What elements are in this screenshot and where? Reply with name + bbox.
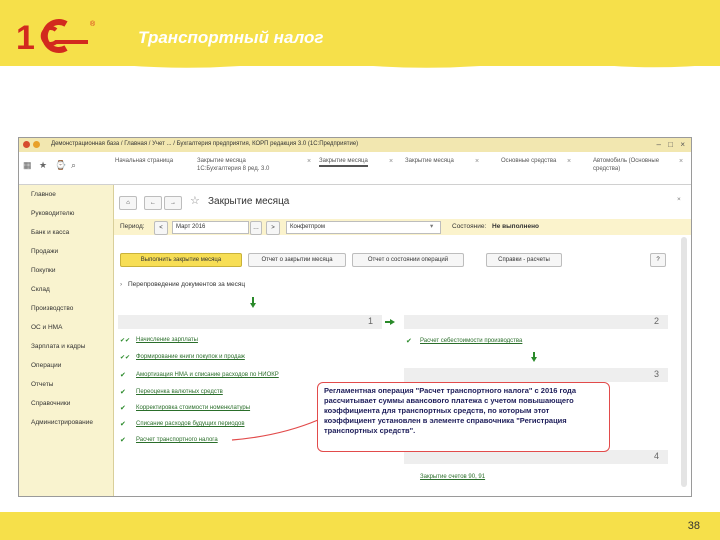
minimize-icon[interactable]: – <box>657 140 661 149</box>
info-icon[interactable] <box>33 141 40 148</box>
page-title: Закрытие месяца <box>208 196 290 207</box>
period-row: Период: < Март 2016 … > Конфетпром ▾ Сос… <box>114 219 691 235</box>
sidebar-item-operations[interactable]: Операции <box>31 362 61 369</box>
close-icon[interactable]: × <box>680 140 685 149</box>
check-icon: ✔ <box>120 405 126 412</box>
op-transport-tax[interactable]: Расчет транспортного налога <box>136 437 218 443</box>
op-cost-adjustment[interactable]: Корректировка стоимости номенклатуры <box>136 405 250 411</box>
section-3-header <box>404 368 668 382</box>
double-check-icon: ✔✔ <box>120 355 131 361</box>
tab-month-close-2[interactable]: Закрытие месяца <box>319 157 368 167</box>
tab-close-icon[interactable]: × <box>389 158 393 165</box>
check-icon: ✔ <box>406 338 412 345</box>
reposting-label[interactable]: Перепроведение документов за месяц <box>128 281 245 288</box>
svg-text:1: 1 <box>16 19 35 57</box>
sidebar-item-bank[interactable]: Банк и касса <box>31 229 69 236</box>
sidebar-item-manager[interactable]: Руководителю <box>31 210 74 217</box>
header-band <box>0 0 720 66</box>
header-band-edge <box>0 60 720 68</box>
sidebar-item-main[interactable]: Главное <box>31 191 56 198</box>
section-2-header <box>404 315 668 329</box>
sidebar-item-production[interactable]: Производство <box>31 305 73 312</box>
history-icon[interactable]: ⌚ <box>55 161 66 170</box>
check-icon: ✔ <box>120 421 126 428</box>
content-close-icon[interactable]: × <box>677 196 681 203</box>
op-currency-revaluation[interactable]: Переоценка валютных средств <box>136 389 223 395</box>
next-period-icon[interactable]: > <box>266 221 280 235</box>
tab-vehicle[interactable]: Автомобиль (Основные средства) <box>593 157 677 173</box>
period-label: Период: <box>120 223 145 230</box>
sidebar-item-reports[interactable]: Отчеты <box>31 381 53 388</box>
sidebar: Главное Руководителю Банк и касса Продаж… <box>19 185 114 496</box>
sidebar-item-catalogs[interactable]: Справочники <box>31 400 70 407</box>
tab-close-icon[interactable]: × <box>307 158 311 165</box>
tab-month-close-1[interactable]: Закрытие месяца 1С:Бухгалтерия 8 ред. 3.… <box>197 157 307 173</box>
tab-sublabel: 1С:Бухгалтерия 8 ред. 3.0 <box>197 166 270 172</box>
tab-month-close-3[interactable]: Закрытие месяца <box>405 157 454 165</box>
organization-field[interactable]: Конфетпром <box>286 221 441 234</box>
check-icon: ✔ <box>120 437 126 444</box>
op-deferred-expenses[interactable]: Списание расходов будущих периодов <box>136 421 245 427</box>
status-value: Не выполнено <box>492 223 539 230</box>
page-number: 38 <box>687 520 700 532</box>
tab-close-icon[interactable]: × <box>679 158 683 165</box>
tab-home[interactable]: Начальная страница <box>115 157 173 165</box>
favorite-star-icon[interactable]: ☆ <box>190 194 200 207</box>
op-amortization[interactable]: Амортизация НМА и списание расходов по Н… <box>136 372 279 378</box>
svg-text:®: ® <box>90 20 96 28</box>
sidebar-item-admin[interactable]: Администрирование <box>31 419 93 426</box>
tab-close-icon[interactable]: × <box>567 158 571 165</box>
status-label: Состояние: <box>452 223 487 230</box>
reposting-icon: › <box>120 281 123 288</box>
sidebar-item-sales[interactable]: Продажи <box>31 248 58 255</box>
grid-menu-icon[interactable]: ▦ <box>23 161 32 170</box>
tab-fixed-assets[interactable]: Основные средства <box>501 157 556 165</box>
search-icon[interactable]: ⌕ <box>71 161 76 170</box>
scrollbar[interactable] <box>681 237 687 487</box>
period-field[interactable]: Март 2016 <box>172 221 249 234</box>
forward-icon[interactable]: → <box>164 196 182 210</box>
period-select-icon[interactable]: … <box>250 221 262 235</box>
favorites-icon[interactable]: ★ <box>39 161 47 170</box>
footer-band <box>0 512 720 540</box>
check-icon: ✔ <box>120 372 126 379</box>
op-close-accounts[interactable]: Закрытие счетов 90, 91 <box>420 474 485 480</box>
section-3-number: 3 <box>654 369 660 379</box>
section-1-number: 1 <box>368 316 374 326</box>
sidebar-item-assets[interactable]: ОС и НМА <box>31 324 62 331</box>
prev-period-icon[interactable]: < <box>154 221 168 235</box>
maximize-icon[interactable]: □ <box>668 140 673 149</box>
window-titlebar: Демонстрационная база / Главная / Учет .… <box>19 138 691 152</box>
app-icon <box>23 141 30 148</box>
op-salary[interactable]: Начисление зарплаты <box>136 337 198 343</box>
slide-title: Транспортный налог <box>138 28 324 47</box>
help-calculations-button[interactable]: Справки - расчеты <box>486 253 562 267</box>
home-icon[interactable]: ⌂ <box>119 196 137 210</box>
tab-label: Закрытие месяца <box>197 158 246 164</box>
op-production-cost[interactable]: Расчет себестоимости производства <box>420 338 522 344</box>
info-callout: Регламентная операция "Расчет транспортн… <box>317 382 610 452</box>
back-icon[interactable]: ← <box>144 196 162 210</box>
tab-strip: ▦ ★ ⌚ ⌕ Начальная страница Закрытие меся… <box>19 152 691 185</box>
check-icon: ✔ <box>120 389 126 396</box>
tab-close-icon[interactable]: × <box>475 158 479 165</box>
section-4-number: 4 <box>654 451 660 461</box>
org-dropdown-icon[interactable]: ▾ <box>430 222 433 230</box>
logo-1c: 1 ® <box>16 19 96 57</box>
month-close-report-button[interactable]: Отчет о закрытии месяца <box>248 253 346 267</box>
double-check-icon: ✔✔ <box>120 338 131 344</box>
help-button[interactable]: ? <box>650 253 666 267</box>
sidebar-item-warehouse[interactable]: Склад <box>31 286 50 293</box>
sidebar-item-purchases[interactable]: Покупки <box>31 267 55 274</box>
section-2-number: 2 <box>654 316 660 326</box>
section-4-header <box>404 450 668 464</box>
operations-state-button[interactable]: Отчет о состоянии операций <box>352 253 464 267</box>
op-vat-books[interactable]: Формирование книги покупок и продаж <box>136 354 245 360</box>
sidebar-item-salary[interactable]: Зарплата и кадры <box>31 343 85 350</box>
window-title: Демонстрационная база / Главная / Учет .… <box>51 141 359 147</box>
run-month-close-button[interactable]: Выполнить закрытие месяца <box>120 253 242 267</box>
section-1-header <box>118 315 382 329</box>
